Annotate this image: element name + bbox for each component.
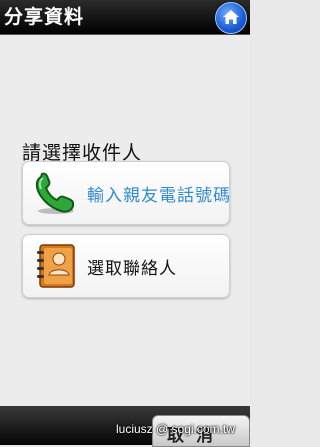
watermark: luciusz @ sogi.com.tw [116,422,235,436]
title-bar: 分享資料 [0,0,250,35]
enter-phone-number-label: 輸入親友電話號碼 [87,186,231,206]
home-icon [223,10,239,24]
select-contact-button[interactable]: 選取聯絡人 [22,234,230,298]
main-panel: 請選擇收件人 輸入親友電話號碼 選取聯絡人 [0,35,250,405]
enter-phone-number-button[interactable]: 輸入親友電話號碼 [22,161,230,225]
page-title: 分享資料 [4,6,85,28]
home-button[interactable] [215,2,247,34]
select-contact-label: 選取聯絡人 [87,259,177,279]
phone-icon [35,172,74,214]
contacts-book-icon [37,244,75,288]
